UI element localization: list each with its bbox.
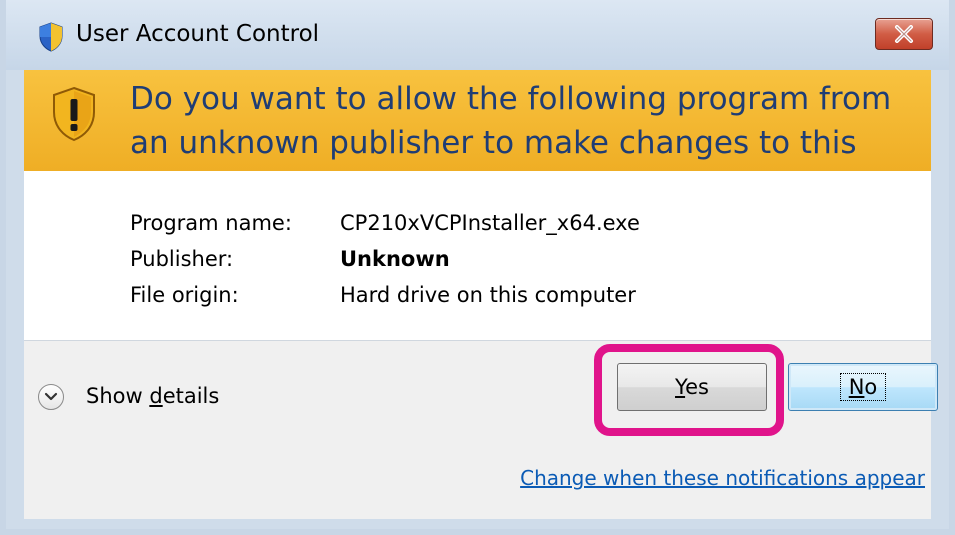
- close-button[interactable]: [875, 18, 933, 50]
- show-details-label: Show details: [86, 384, 220, 408]
- change-notifications-link[interactable]: Change when these notifications appear: [520, 466, 925, 490]
- uac-shield-icon: [39, 22, 63, 52]
- warning-shield-icon: [53, 86, 95, 142]
- program-info: Program name: CP210xVCPInstaller_x64.exe…: [24, 171, 931, 340]
- warning-banner: Do you want to allow the following progr…: [24, 70, 931, 205]
- file-origin-label: File origin:: [130, 283, 239, 307]
- uac-dialog: User Account Control Do you want to allo…: [0, 0, 955, 535]
- publisher-label: Publisher:: [130, 247, 234, 271]
- window-title: User Account Control: [76, 21, 320, 47]
- chevron-down-icon[interactable]: [38, 384, 64, 410]
- close-icon: [895, 25, 913, 43]
- program-name-value: CP210xVCPInstaller_x64.exe: [340, 211, 640, 235]
- program-name-label: Program name:: [130, 211, 292, 235]
- yes-button[interactable]: Yes: [617, 363, 767, 411]
- publisher-value: Unknown: [340, 247, 450, 271]
- title-bar: User Account Control: [6, 0, 949, 70]
- file-origin-value: Hard drive on this computer: [340, 283, 636, 307]
- no-button[interactable]: No: [788, 363, 938, 411]
